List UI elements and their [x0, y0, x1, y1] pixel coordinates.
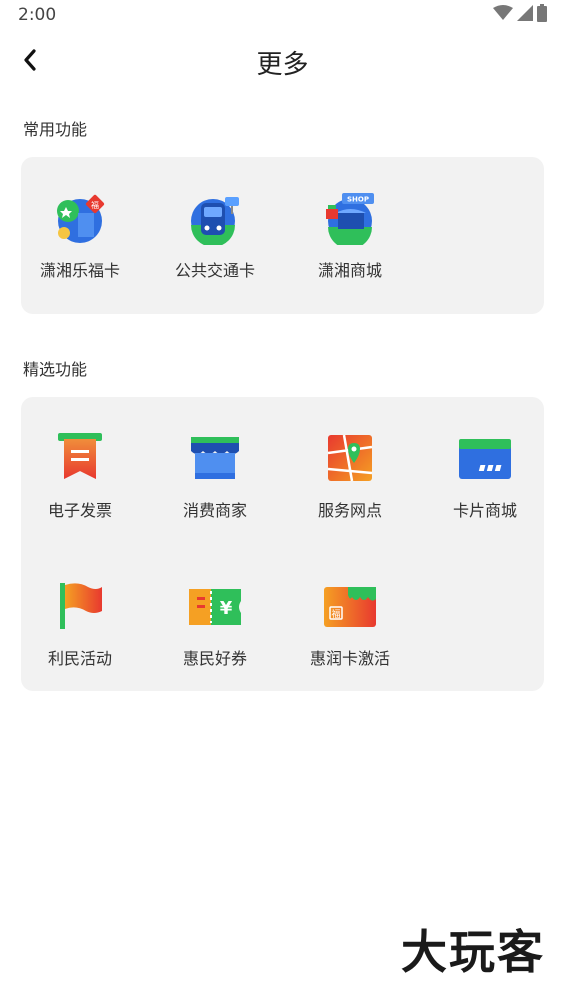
common-item-label: 潇湘商城 [317, 261, 382, 280]
wifi-icon [493, 5, 513, 25]
common-section-title: 常用功能 [23, 120, 88, 139]
card-mall-icon [459, 433, 511, 485]
watermark-logo: 大玩客 [401, 925, 545, 979]
common-item-label: 潇湘乐福卡 [39, 261, 120, 280]
featured-item-label: 惠民好券 [182, 649, 247, 668]
header: 更多 [0, 40, 565, 84]
page-title: 更多 [256, 50, 309, 80]
featured-item-service-point[interactable]: 服务网点 [291, 433, 409, 543]
common-item-label: 公共交通卡 [174, 261, 255, 280]
status-icons [493, 4, 547, 26]
transit-card-icon [189, 193, 241, 245]
status-time: 2:00 [18, 5, 57, 25]
featured-item-card-activate[interactable]: 福 惠润卡激活 [291, 581, 409, 691]
merchant-store-icon [189, 433, 241, 485]
featured-item-label: 消费商家 [182, 501, 247, 520]
featured-item-merchant[interactable]: 消费商家 [156, 433, 274, 543]
featured-item-label: 利民活动 [47, 649, 112, 668]
common-item-lefu-card[interactable]: 福 潇湘乐福卡 [21, 193, 139, 303]
flag-icon [54, 581, 106, 633]
featured-item-activity[interactable]: 利民活动 [21, 581, 139, 691]
featured-item-label: 惠润卡激活 [309, 649, 390, 668]
featured-item-card-mall[interactable]: 卡片商城 [426, 433, 544, 543]
svg-text:¥: ¥ [220, 598, 233, 619]
featured-item-coupon[interactable]: ¥ 惠民好券 [156, 581, 274, 691]
common-functions-card: 福 潇湘乐福卡 公共交通卡 SHOP 潇湘商城 [21, 157, 544, 314]
signal-icon [517, 5, 533, 25]
invoice-icon [54, 433, 106, 485]
battery-icon [537, 4, 547, 26]
featured-section-title: 精选功能 [23, 360, 88, 379]
common-item-transit-card[interactable]: 公共交通卡 [156, 193, 274, 303]
map-location-icon [324, 433, 376, 485]
card-activate-icon: 福 [324, 581, 376, 633]
common-item-shop[interactable]: SHOP 潇湘商城 [291, 193, 409, 303]
featured-item-label: 服务网点 [317, 501, 382, 520]
coupon-icon: ¥ [189, 581, 241, 633]
svg-text:SHOP: SHOP [347, 196, 369, 204]
lefu-card-icon: 福 [54, 193, 106, 245]
status-bar: 2:00 [0, 0, 565, 30]
featured-functions-card: 电子发票 消费商家 服务网点 卡片商城 利民活动 ¥ 惠民好券 福 惠润卡激活 [21, 397, 544, 691]
svg-text:福: 福 [91, 201, 99, 210]
featured-item-invoice[interactable]: 电子发票 [21, 433, 139, 543]
featured-item-label: 卡片商城 [452, 501, 517, 520]
shop-icon: SHOP [324, 193, 376, 245]
featured-item-label: 电子发票 [47, 501, 112, 520]
svg-text:福: 福 [331, 608, 340, 620]
